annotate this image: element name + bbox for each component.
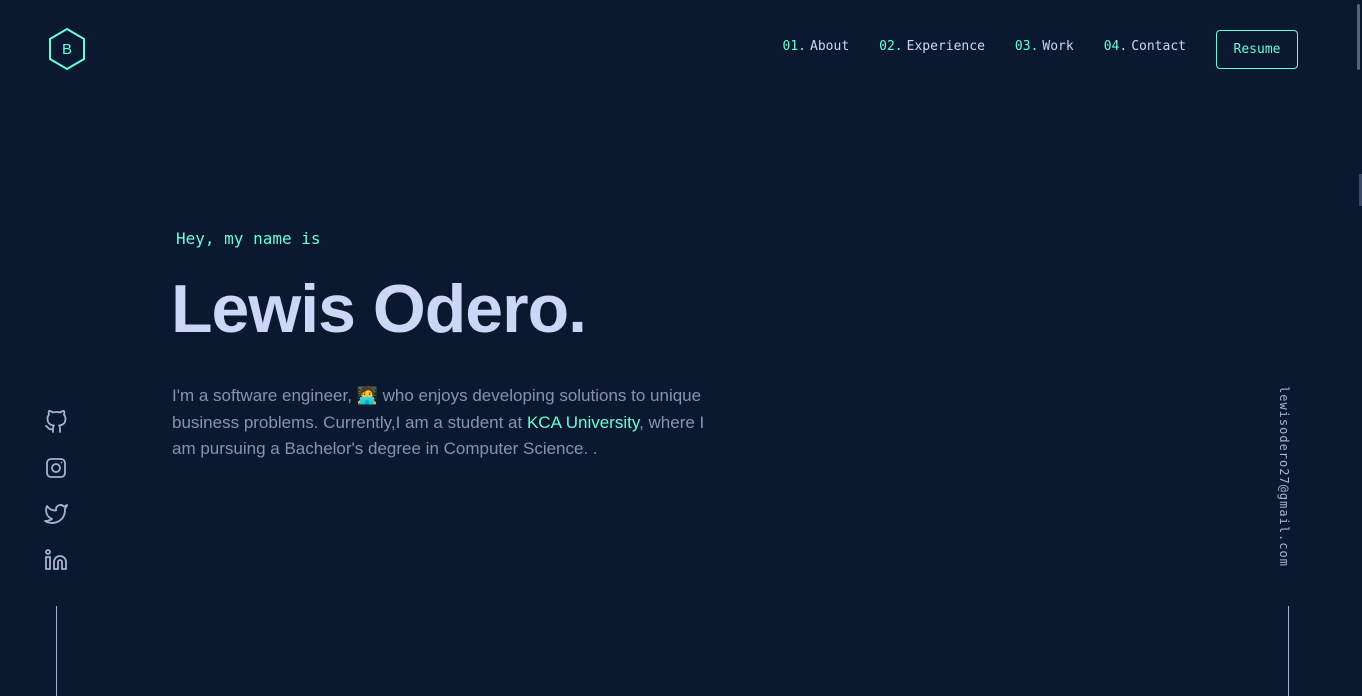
main-nav: 01. About 02. Experience 03. Work 04. Contac…	[783, 39, 1186, 54]
email-link[interactable]: lewisodero27@gmail.com	[1277, 386, 1291, 567]
hero-intro: Hey, my name is	[176, 229, 321, 248]
left-divider-line	[56, 606, 57, 696]
social-links	[44, 410, 68, 594]
scrollbar[interactable]	[1356, 0, 1362, 696]
technologist-emoji-icon: 🧑‍💻	[356, 386, 378, 405]
nav-label: About	[810, 39, 850, 54]
logo[interactable]: B	[47, 27, 87, 71]
twitter-icon[interactable]	[44, 502, 68, 526]
nav-number: 03.	[1014, 39, 1039, 54]
scrollbar-thumb[interactable]	[1357, 4, 1360, 70]
hero-bio: I'm a software engineer, 🧑‍💻 who enjoys …	[172, 383, 732, 463]
github-icon[interactable]	[44, 410, 68, 434]
nav-work[interactable]: 03. Work	[1015, 39, 1074, 54]
hero-name: Lewis Odero.	[171, 271, 587, 347]
nav-number: 04.	[1103, 39, 1128, 54]
nav-label: Experience	[906, 39, 985, 54]
logo-letter: B	[61, 40, 72, 58]
university-link[interactable]: KCA University	[527, 413, 639, 432]
resume-button[interactable]: Resume	[1216, 30, 1298, 69]
bio-text: I'm a software engineer,	[172, 386, 352, 405]
nav-label: Contact	[1131, 39, 1186, 54]
right-divider-line	[1288, 606, 1289, 696]
nav-about[interactable]: 01. About	[783, 39, 850, 54]
nav-experience[interactable]: 02. Experience	[879, 39, 985, 54]
linkedin-icon[interactable]	[44, 548, 68, 572]
nav-number: 02.	[879, 39, 903, 54]
instagram-icon[interactable]	[44, 456, 68, 480]
portfolio-page: B 01. About 02. Experience 03. Work 04. Cont…	[0, 0, 1362, 696]
nav-label: Work	[1042, 39, 1074, 54]
nav-contact[interactable]: 04. Contact	[1104, 39, 1186, 54]
nav-number: 01.	[782, 39, 807, 54]
